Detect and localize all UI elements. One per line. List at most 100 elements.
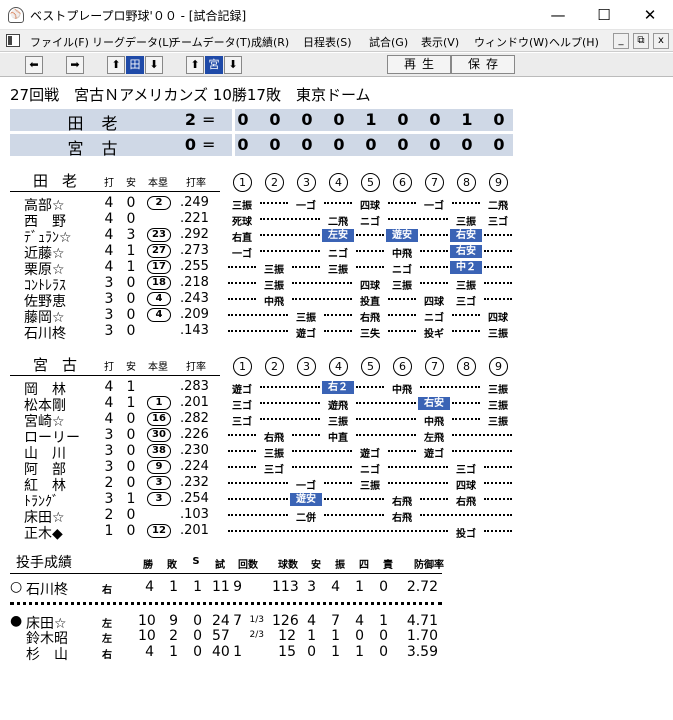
at-bat-result: 投ゴ	[456, 529, 476, 540]
menu-game[interactable]: 試合(G)	[369, 34, 408, 50]
batter-home-runs: 9	[147, 460, 171, 474]
pitching-col-label: 責	[383, 560, 393, 571]
col-ab-label: 打	[104, 178, 114, 189]
scoreboard-inning-score: 0	[301, 110, 313, 129]
batter-hits: 0	[126, 323, 136, 339]
next-game-arrow-icon[interactable]: ➡	[66, 56, 84, 74]
batter-row[interactable]: ﾃﾞｭﾗﾝ☆ 4 3 23.292	[10, 227, 515, 246]
pitcher-stat: 0	[307, 644, 316, 660]
team1-up-arrow-icon[interactable]: ⬆	[107, 56, 125, 74]
batter-at-bats: 4	[104, 395, 114, 411]
batter-average: .226	[180, 427, 209, 442]
mdi-close-button[interactable]: x	[653, 33, 669, 49]
dotted-leader	[452, 202, 480, 204]
mdi-window-icon[interactable]	[6, 34, 20, 47]
pitcher-result-mark: ●	[10, 613, 23, 629]
at-bat-result: 三振	[296, 313, 316, 324]
pitcher-stat: 1	[169, 579, 178, 595]
batter-row[interactable]: 西 野 4 0.221	[10, 211, 515, 230]
team2-down-arrow-icon[interactable]: ⬇	[224, 56, 242, 74]
batter-row[interactable]: 近藤☆ 4 1 27.273	[10, 243, 515, 262]
dotted-leader	[260, 202, 288, 204]
menu-league-data[interactable]: リーグデータ(L)	[92, 34, 173, 50]
play-button[interactable]: 再生	[387, 55, 451, 74]
batting-team-name: 宮古	[32, 356, 91, 374]
at-bat-result: 遊安	[290, 493, 322, 506]
batter-row[interactable]: 床田☆ 2 0.103	[10, 507, 515, 526]
scoreboard-total: 2	[184, 110, 196, 129]
batter-average: .103	[180, 507, 209, 522]
menu-schedule[interactable]: 日程表(S)	[303, 34, 352, 50]
pitcher-stat: 4	[145, 579, 154, 595]
batter-at-bats: 2	[104, 507, 114, 523]
dotted-leader	[484, 298, 512, 300]
menu-view[interactable]: 表示(V)	[421, 34, 459, 50]
batter-average: .249	[180, 195, 209, 210]
pitcher-era: 1.70	[406, 628, 438, 644]
at-bat-result: ニゴ	[360, 465, 380, 476]
menu-file[interactable]: ファイル(F)	[30, 34, 89, 50]
batter-row[interactable]: 岡 林 4 1.283	[10, 379, 515, 398]
at-bat-result: 三振	[264, 265, 284, 276]
pitcher-name: 杉 山	[26, 647, 68, 663]
at-bat-result: 三振	[488, 417, 508, 428]
batter-at-bats: 1	[104, 523, 114, 539]
batter-row[interactable]: 正木◆ 1 0 12 .201	[10, 523, 515, 542]
batter-average: .282	[180, 411, 209, 426]
dotted-leader	[484, 234, 512, 236]
dotted-leader	[484, 530, 512, 532]
pitcher-stat: 0	[379, 579, 388, 595]
menu-team-data[interactable]: チームデータ(T)	[170, 34, 251, 50]
pitcher-row[interactable]: 杉 山右 4 1 0 40 1 15 0 1 1 0 3.59	[10, 644, 450, 663]
team2-up-arrow-icon[interactable]: ⬆	[186, 56, 204, 74]
pitcher-stat: 10	[138, 613, 156, 629]
at-bat-result: 三振	[488, 385, 508, 396]
pitcher-stat: 0	[193, 613, 202, 629]
dotted-leader	[260, 218, 320, 220]
pitcher-row[interactable]: 鈴木昭左 10 2 0 57 2/3 12 1 1 0 0 1.70	[10, 628, 450, 647]
menu-stats[interactable]: 成績(R)	[251, 34, 289, 50]
batter-at-bats: 4	[104, 243, 114, 259]
inning-number: 3	[297, 173, 316, 192]
team2-button[interactable]: 宮	[205, 56, 223, 74]
at-bat-result: 三振	[264, 281, 284, 292]
at-bat-result: 二併	[296, 513, 316, 524]
close-button[interactable]: ✕	[627, 0, 673, 30]
pitcher-innings-fraction: 1/3	[249, 615, 264, 625]
at-bat-result: 中２	[450, 261, 482, 274]
dotted-leader	[356, 402, 416, 404]
prev-game-arrow-icon[interactable]: ⬅	[25, 56, 43, 74]
team1-down-arrow-icon[interactable]: ⬇	[145, 56, 163, 74]
dotted-leader	[484, 482, 512, 484]
pitcher-name: 石川柊	[26, 582, 68, 598]
batter-average: .255	[180, 259, 209, 274]
batter-hits: 0	[126, 411, 136, 427]
mdi-restore-button[interactable]: ⧉	[633, 33, 649, 49]
dotted-leader	[484, 282, 512, 284]
at-bat-result: 遊ゴ	[296, 329, 316, 340]
save-button[interactable]: 保存	[451, 55, 515, 74]
team1-button[interactable]: 田	[126, 56, 144, 74]
inning-number: 4	[329, 357, 348, 376]
batter-average: .230	[180, 443, 209, 458]
batter-average: .218	[180, 275, 209, 290]
menu-help[interactable]: ヘルプ(H)	[549, 34, 599, 50]
batter-row[interactable]: 紅 林 2 0 3.232	[10, 475, 515, 494]
batter-at-bats: 4	[104, 227, 114, 243]
at-bat-result: 三振	[456, 217, 476, 228]
at-bat-result: 右直	[232, 233, 252, 244]
dotted-leader	[356, 418, 416, 420]
window-title: ベストプレープロ野球'００ - [試合記録]	[30, 9, 247, 23]
pitcher-stat: 1	[193, 579, 202, 595]
game-title: 27回戦 宮古Ｎアメリカンズ 10勝17敗 東京ドーム	[10, 86, 371, 104]
maximize-button[interactable]: ☐	[581, 0, 627, 30]
pitcher-row[interactable]: ○ 石川柊右 4 1 1 11 9 113 3 4 1 0 2.72	[10, 579, 450, 598]
mdi-minimize-button[interactable]: _	[613, 33, 629, 49]
batter-row[interactable]: ﾄﾗﾝｸﾞ 3 1 3.254	[10, 491, 515, 510]
minimize-button[interactable]: —	[535, 0, 581, 30]
at-bat-result: 右飛	[392, 497, 412, 508]
dotted-leader	[228, 498, 288, 500]
menu-window[interactable]: ウィンドウ(W)	[474, 34, 548, 50]
batter-hits: 0	[126, 291, 136, 307]
dotted-leader	[324, 314, 352, 316]
